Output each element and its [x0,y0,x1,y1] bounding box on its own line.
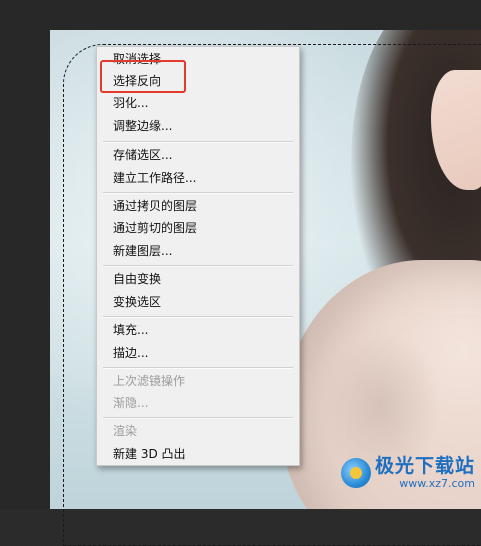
menu-item-render: 渲染 [113,424,138,438]
context-menu: 取消选择 选择反向 羽化... 调整边缘... 存储选区... 建立工作路径..… [96,46,300,466]
watermark-logo-icon [340,458,371,488]
menu-item-fade: 渐隐... [113,396,149,410]
watermark-title: 极光下载站 [374,455,475,477]
menu-item-layer-via-copy[interactable]: 通过拷贝的图层 [113,197,197,215]
menu-item-fill[interactable]: 填充... [113,321,148,339]
menu-item-save-selection[interactable]: 存储选区... [113,146,172,164]
menu-item-select-inverse[interactable]: 选择反向 [113,72,161,90]
menu-item-refine-edge[interactable]: 调整边缘... [113,117,172,135]
menu-item-feather[interactable]: 羽化... [113,94,148,112]
menu-item-make-work-path[interactable]: 建立工作路径... [113,169,196,187]
menu-item-free-transform[interactable]: 自由变换 [113,270,161,288]
menu-separator [103,417,293,419]
menu-item-last-filter: 上次滤镜操作 [113,374,186,388]
menu-item-new-3d-extrusion[interactable]: 新建 3D 凸出 [113,445,186,463]
menu-item-layer-via-cut[interactable]: 通过剪切的图层 [113,219,197,237]
menu-item-transform-selection[interactable]: 变换选区 [113,293,161,311]
menu-separator [103,367,293,369]
menu-separator [103,192,293,194]
menu-separator [103,316,293,318]
watermark: 极光下载站 www.xz7.com [340,455,475,490]
menu-item-stroke[interactable]: 描边... [113,344,148,362]
watermark-url: www.xz7.com [399,477,475,490]
menu-separator [103,265,293,267]
menu-separator [103,141,293,143]
menu-item-new-layer[interactable]: 新建图层... [113,242,172,260]
menu-item-deselect[interactable]: 取消选择 [113,50,161,68]
